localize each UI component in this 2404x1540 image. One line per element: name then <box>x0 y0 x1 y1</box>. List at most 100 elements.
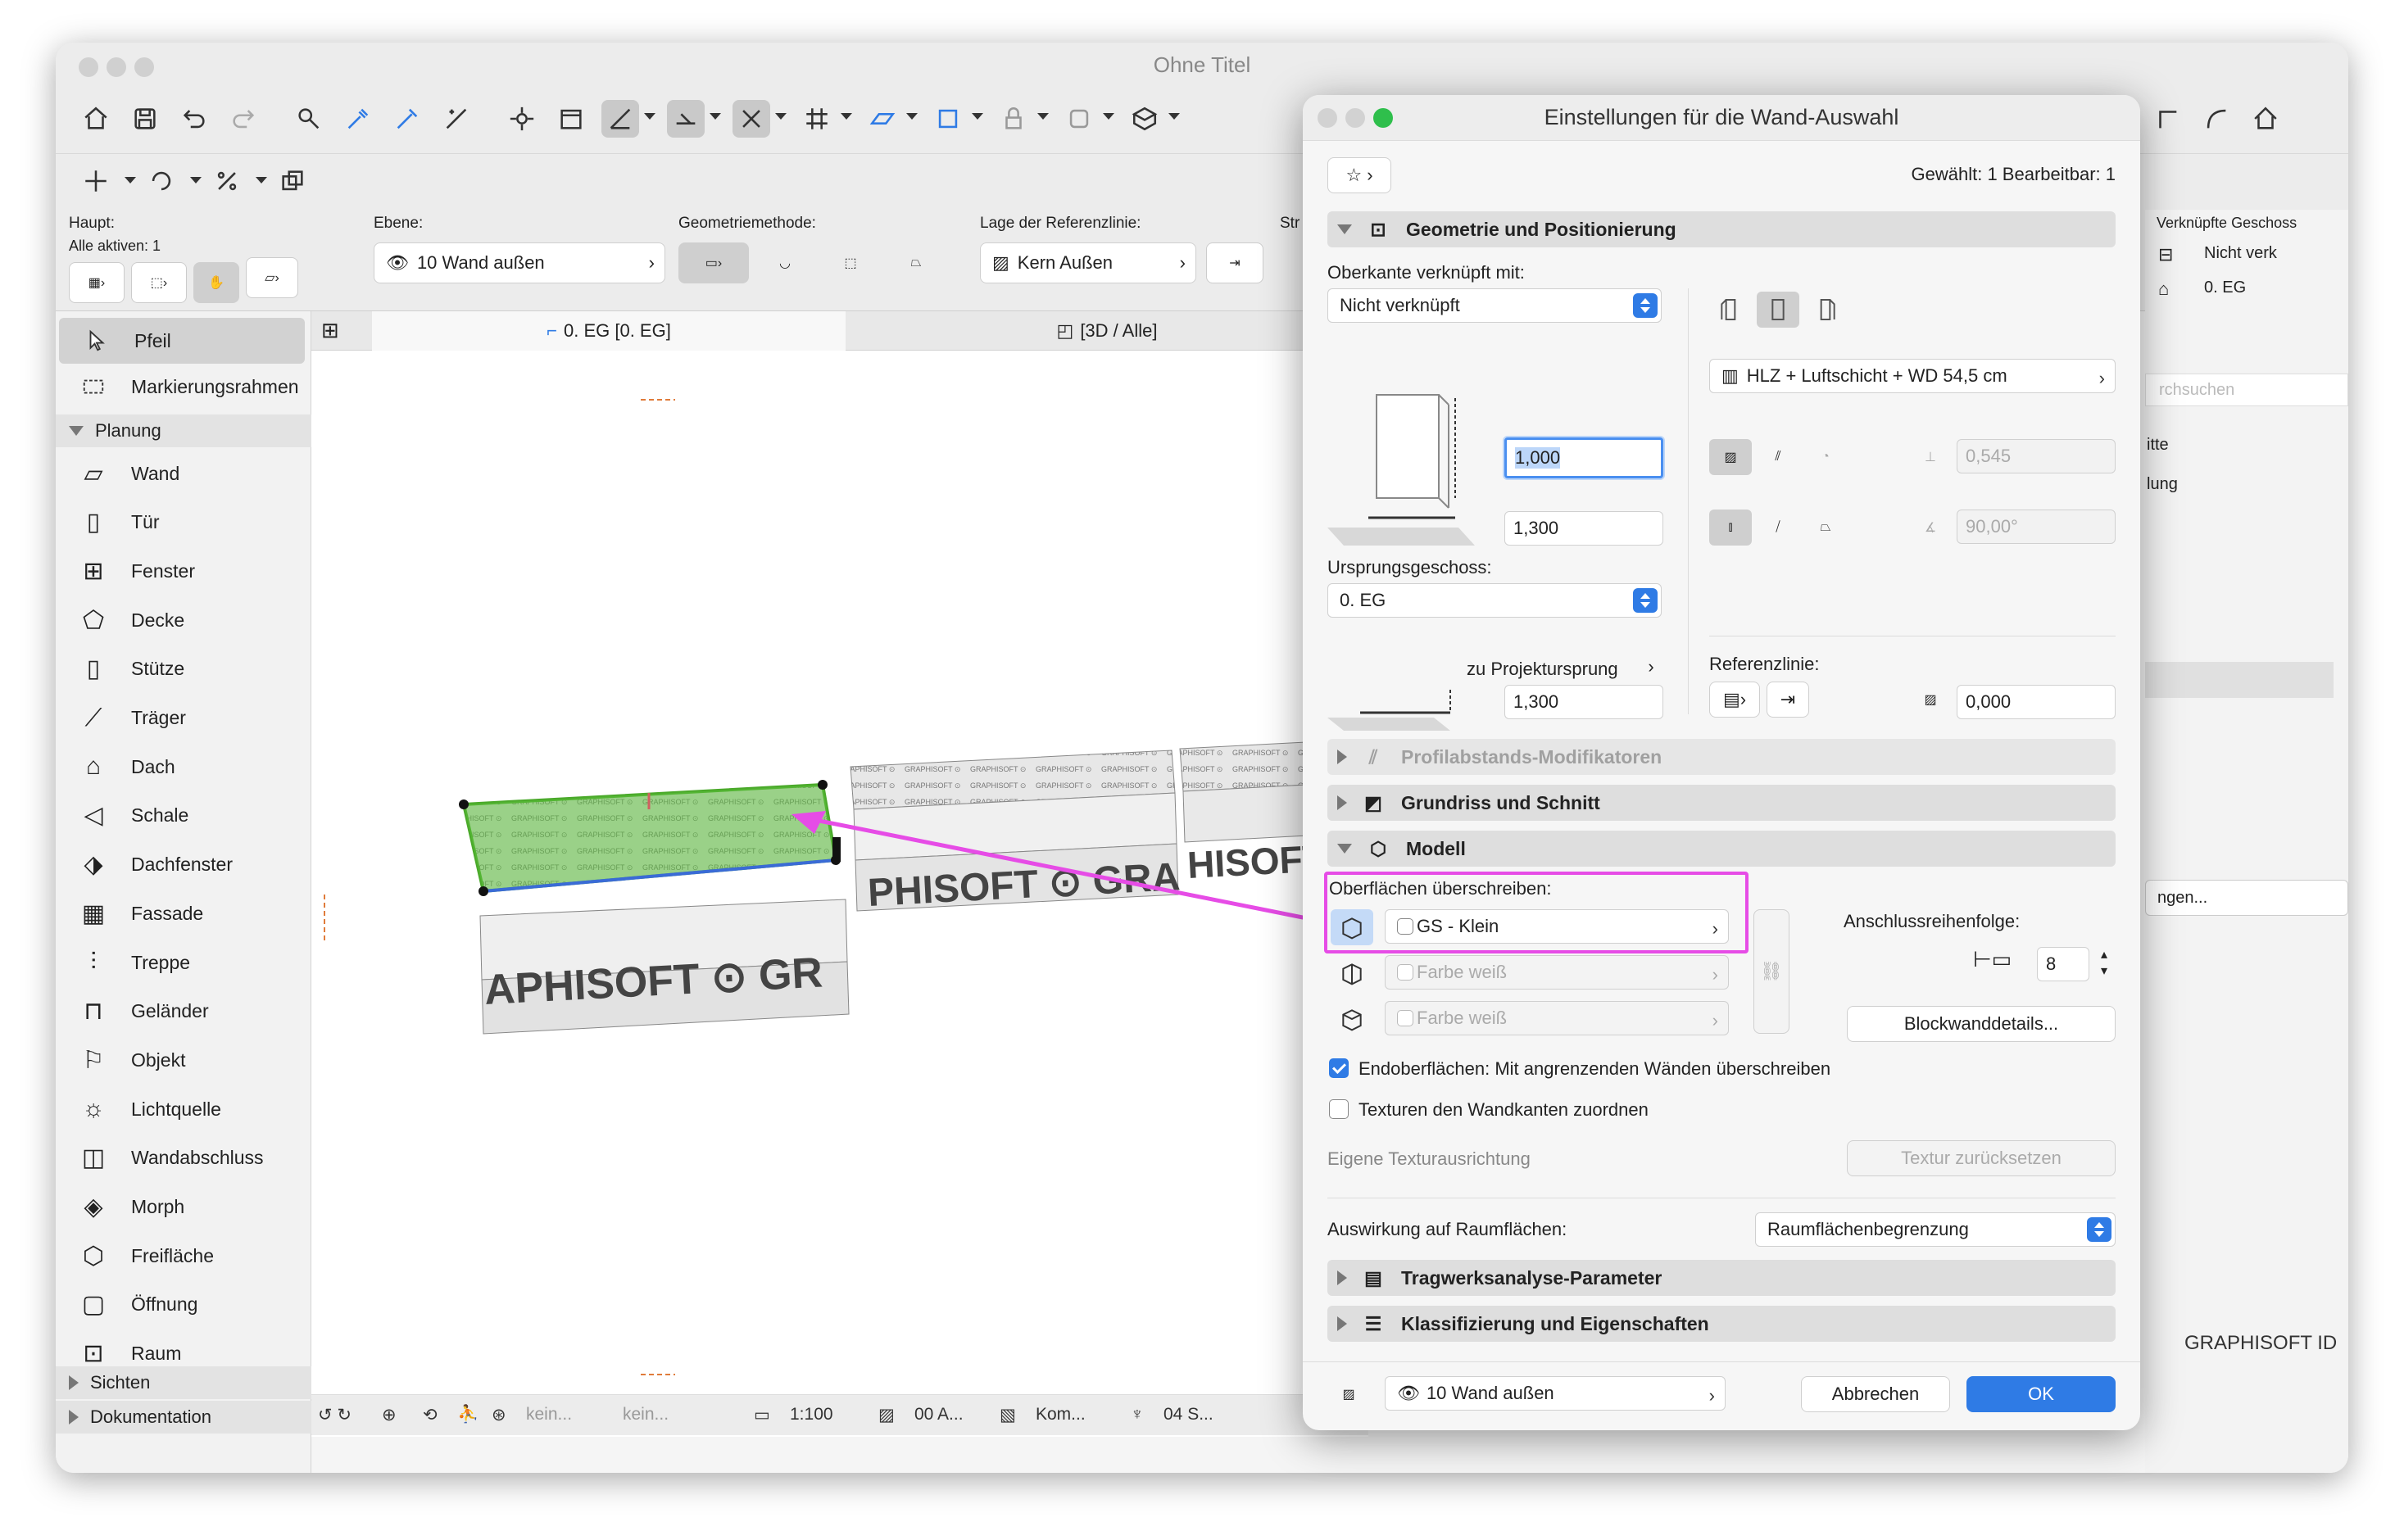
section-geometrie[interactable]: ⊡ Geometrie und Positionierung <box>1327 211 2116 247</box>
trapezoid-wall-icon[interactable]: ⏢ <box>887 242 946 283</box>
anschluss-input[interactable]: 8 <box>2037 947 2089 981</box>
base-offset-input[interactable]: 1,300 <box>1504 511 1663 546</box>
projekt-offset-input[interactable]: 1,300 <box>1504 685 1663 719</box>
eyedropper-icon[interactable] <box>339 100 377 138</box>
trace-icon[interactable] <box>667 100 705 138</box>
snap-icon[interactable] <box>503 100 541 138</box>
tool-morph[interactable]: ◈ Morph <box>56 1184 311 1230</box>
offset-input[interactable]: 0,000 <box>1957 685 2116 719</box>
endo-checkbox[interactable] <box>1329 1058 1349 1078</box>
thickness-input[interactable]: 0,545 <box>1957 439 2116 473</box>
tool-mesh[interactable]: ⬡ Freifläche <box>56 1233 311 1279</box>
ok-button[interactable]: OK <box>1966 1376 2116 1412</box>
wall-vertical-icon[interactable]: ⫾ <box>1709 510 1752 546</box>
raum-select[interactable]: Raumflächenbegrenzung <box>1755 1212 2116 1247</box>
oberkante-select[interactable]: Nicht verknüpft <box>1327 288 1662 323</box>
marquee-filter-button[interactable]: ⬚› <box>131 262 187 303</box>
guide-lines-icon[interactable] <box>601 100 639 138</box>
chain-wall-icon[interactable]: ⬚ <box>821 242 880 283</box>
textur-reset-button[interactable]: Textur zurücksetzen <box>1847 1140 2116 1176</box>
structure-composite-icon[interactable]: ⫽ <box>1757 439 1799 475</box>
grid-view-icon[interactable]: ⊞ <box>321 318 339 343</box>
reference-line-select[interactable]: ▤› <box>1709 682 1760 718</box>
section-modell[interactable]: ⬡ Modell <box>1327 831 2116 867</box>
find-select-icon[interactable] <box>290 100 328 138</box>
layer-filter-button[interactable]: ▦› <box>69 262 125 303</box>
wall-shape-button[interactable]: ▱› <box>246 257 298 298</box>
tool-wall[interactable]: ▱ Wand <box>56 451 311 496</box>
favorites-button[interactable]: ☆ › <box>1327 157 1391 193</box>
ebene-select[interactable]: 👁 10 Wand außen › <box>374 242 665 283</box>
ursprung-select[interactable]: 0. EG <box>1327 583 1662 618</box>
structure-basic-icon[interactable]: ▨ <box>1709 439 1752 475</box>
wall-slant-left-icon[interactable] <box>1709 292 1752 328</box>
syringe-icon[interactable] <box>388 100 426 138</box>
surface-edge-icon[interactable] <box>1331 1001 1373 1037</box>
composite-select[interactable]: ▥ HLZ + Luftschicht + WD 54,5 cm › <box>1709 359 2116 393</box>
3d-view-icon[interactable] <box>1126 100 1163 138</box>
tool-opening[interactable]: ▢ Öffnung <box>56 1282 311 1328</box>
tool-shell[interactable]: ◁ Schale <box>56 793 311 839</box>
cancel-button[interactable]: Abbrechen <box>1801 1376 1950 1412</box>
surface1-select[interactable]: GS - Klein › <box>1385 909 1729 944</box>
zoom-in-icon[interactable]: ⊕ <box>382 1405 397 1425</box>
angle-input[interactable]: 90,00° <box>1957 510 2116 544</box>
tool-window[interactable]: ⊞ Fenster <box>56 548 311 594</box>
plane-icon[interactable] <box>864 100 901 138</box>
search-input[interactable]: rchsuchen <box>2145 374 2348 406</box>
tool-railing[interactable]: ⊓ Geländer <box>56 989 311 1035</box>
magic-wand-icon[interactable] <box>438 100 475 138</box>
projekt-toggle[interactable]: › <box>1639 654 1663 680</box>
percent-icon[interactable] <box>208 162 246 200</box>
tool-wall-end[interactable]: ◫ Wandabschluss <box>56 1135 311 1181</box>
rotate-icon[interactable] <box>143 162 180 200</box>
chain-link-icon[interactable]: ⛓ <box>1753 909 1789 1034</box>
status-s04[interactable]: 04 S... <box>1163 1405 1213 1424</box>
graphisoft-id-brand[interactable]: GRAPHISOFT ID <box>2184 1332 2337 1355</box>
texturen-checkbox[interactable] <box>1329 1099 1349 1119</box>
undo-view-icon[interactable]: ↺ ↻ <box>318 1405 352 1425</box>
section-tragwerk[interactable]: ▤ Tragwerksanalyse-Parameter <box>1327 1260 2116 1296</box>
straight-wall-icon[interactable]: ▭› <box>678 242 749 283</box>
flip-reference-button[interactable]: ⇥ <box>1206 242 1263 283</box>
hand-icon[interactable]: ✋ <box>193 262 239 303</box>
zoom-fit-icon[interactable]: ⊛ <box>492 1405 506 1425</box>
status-scale[interactable]: 1:100 <box>790 1405 833 1424</box>
wall-slant-right-icon[interactable] <box>1804 292 1847 328</box>
surface-icon[interactable] <box>1060 100 1098 138</box>
wall-trapezoid-icon[interactable]: ⏢ <box>1804 510 1847 546</box>
referenz-select[interactable]: ▨ Kern Außen › <box>980 242 1196 283</box>
tool-beam[interactable]: ⟋ Träger <box>56 695 311 741</box>
group-dokumentation[interactable]: Dokumentation <box>56 1401 311 1434</box>
blockwand-button[interactable]: Blockwanddetails... <box>1847 1006 2116 1042</box>
bounding-box-icon[interactable] <box>929 100 967 138</box>
height-input[interactable]: 1,000 <box>1504 437 1663 478</box>
surface-reference-icon[interactable] <box>1331 909 1373 945</box>
section-profil[interactable]: ⫽ Profilabstands-Modifikatoren <box>1327 739 2116 775</box>
duplicate-icon[interactable] <box>274 162 311 200</box>
walk-icon[interactable]: ⛹ <box>457 1405 479 1424</box>
panel-item-lung[interactable]: lung <box>2147 475 2178 494</box>
lock-icon[interactable] <box>995 100 1032 138</box>
tool-slab[interactable]: ⬠ Decke <box>56 597 311 643</box>
tool-markierungsrahmen[interactable]: Markierungsrahmen <box>56 364 311 410</box>
curve-icon[interactable] <box>2198 100 2235 138</box>
group-sichten[interactable]: Sichten <box>56 1366 311 1399</box>
structure-profile-icon[interactable]: ◔ <box>1804 439 1847 475</box>
orbit-icon[interactable]: ⟲ <box>423 1405 438 1425</box>
tool-lamp[interactable]: ☼ Lichtquelle <box>56 1086 311 1132</box>
surface-opposite-icon[interactable] <box>1331 955 1373 991</box>
panel-selected-row[interactable] <box>2145 662 2334 698</box>
status-kom[interactable]: Kom... <box>1036 1405 1086 1424</box>
tool-curtain-wall[interactable]: ▦ Fassade <box>56 890 311 936</box>
wall-inclined-icon[interactable]: ⧸ <box>1757 510 1799 546</box>
panel-item-itte[interactable]: itte <box>2147 436 2169 455</box>
status-kein2[interactable]: kein... <box>623 1405 669 1424</box>
move-icon[interactable] <box>77 162 115 200</box>
status-kein1[interactable]: kein... <box>526 1405 572 1424</box>
group-planung[interactable]: Planung <box>56 414 311 447</box>
surface3-select[interactable]: Farbe weiß › <box>1385 1001 1729 1035</box>
home-icon[interactable] <box>77 100 115 138</box>
tool-column[interactable]: ▯ Stütze <box>56 646 311 692</box>
corner-icon[interactable] <box>2148 100 2186 138</box>
